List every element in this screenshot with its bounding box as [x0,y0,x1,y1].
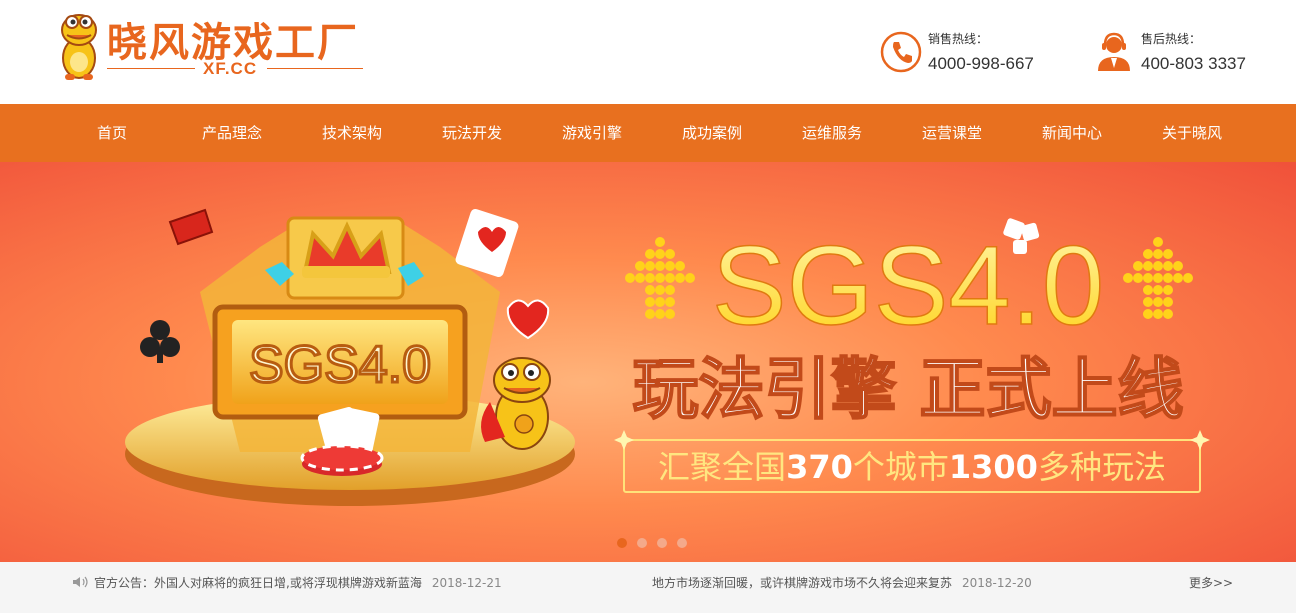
sign-text: SGS4.0 [249,336,431,394]
news-title-link[interactable]: 外国人对麻将的疯狂日增,或将浮现棋牌游戏新蓝海 [154,576,422,590]
carousel-dot[interactable] [617,538,627,548]
hero-illustration: SGS4.0 SGS4.0 玩法引擎 正式上线 汇聚全国370个城市1300多种… [125,208,1210,506]
site-header: 晓风游戏工厂 XF.CC 销售热线： 4000-998-667 售后热线： 40… [0,0,1296,104]
heart-suit-icon [506,299,550,340]
news-date: 2018-12-20 [962,576,1032,590]
hotline-number: 4000-998-667 [928,54,1034,73]
news-date: 2018-12-21 [431,576,502,590]
news-bar: 官方公告：外国人对麻将的疯狂日增,或将浮现棋牌游戏新蓝海 2018-12-21 地… [0,562,1296,613]
carousel-dot[interactable] [637,538,647,548]
diamond-suit-icon [168,208,214,246]
mascot-character [481,357,551,450]
club-suit-icon [140,320,180,363]
nav-item-ops[interactable]: 运维服务 [772,104,892,162]
nav-item-news[interactable]: 新闻中心 [1012,104,1132,162]
logo-domain: XF.CC [203,59,258,78]
carousel-dot[interactable] [657,538,667,548]
logo-divider [107,68,195,69]
support-agent-icon [1098,32,1130,71]
more-news-link[interactable]: 更多>> [1189,574,1233,591]
mascot-icon [61,14,97,80]
phone-icon [880,31,922,73]
site-logo[interactable]: 晓风游戏工厂 XF.CC [55,8,370,88]
sales-hotline: 销售热线： 4000-998-667 [880,28,1060,78]
hotline-number: 400-803 3337 [1141,54,1246,73]
nav-item-architecture[interactable]: 技术架构 [292,104,412,162]
nav-item-engine[interactable]: 游戏引擎 [532,104,652,162]
carousel-dot[interactable] [677,538,687,548]
arrow-left-icon [625,237,695,319]
tagline: 汇聚全国370个城市1300多种玩法 [658,448,1166,486]
main-nav: 首页 产品理念 技术架构 玩法开发 游戏引擎 成功案例 运维服务 运营课堂 新闻… [0,104,1296,165]
hero-banner[interactable]: SGS4.0 SGS4.0 玩法引擎 正式上线 汇聚全国370个城市1300多种… [0,162,1296,562]
nav-item-product[interactable]: 产品理念 [172,104,292,162]
news-item: 官方公告：外国人对麻将的疯狂日增,或将浮现棋牌游戏新蓝海 2018-12-21 [72,574,502,591]
logo-divider [267,68,363,69]
support-hotline: 售后热线： 400-803 3337 [1093,28,1273,78]
hotline-label: 售后热线： [1141,32,1202,46]
nav-item-home[interactable]: 首页 [52,104,172,165]
nav-item-about[interactable]: 关于晓风 [1132,104,1252,162]
subhead: 玩法引擎 正式上线 [633,351,1184,428]
news-prefix: 官方公告： [94,576,155,590]
news-title-link[interactable]: 地方市场逐渐回暖，或许棋牌游戏市场不久将会迎来复苏 [652,576,952,590]
speaker-icon [73,576,88,588]
arrow-right-icon [1123,237,1193,319]
nav-item-classroom[interactable]: 运营课堂 [892,104,1012,162]
stage-illustration: SGS4.0 [125,208,575,506]
news-item: 地方市场逐渐回暖，或许棋牌游戏市场不久将会迎来复苏 2018-12-20 [652,574,1032,591]
nav-item-gameplay[interactable]: 玩法开发 [412,104,532,162]
hotline-label: 销售热线： [928,32,989,46]
nav-item-cases[interactable]: 成功案例 [652,104,772,162]
headline: SGS4.0 [712,223,1104,348]
